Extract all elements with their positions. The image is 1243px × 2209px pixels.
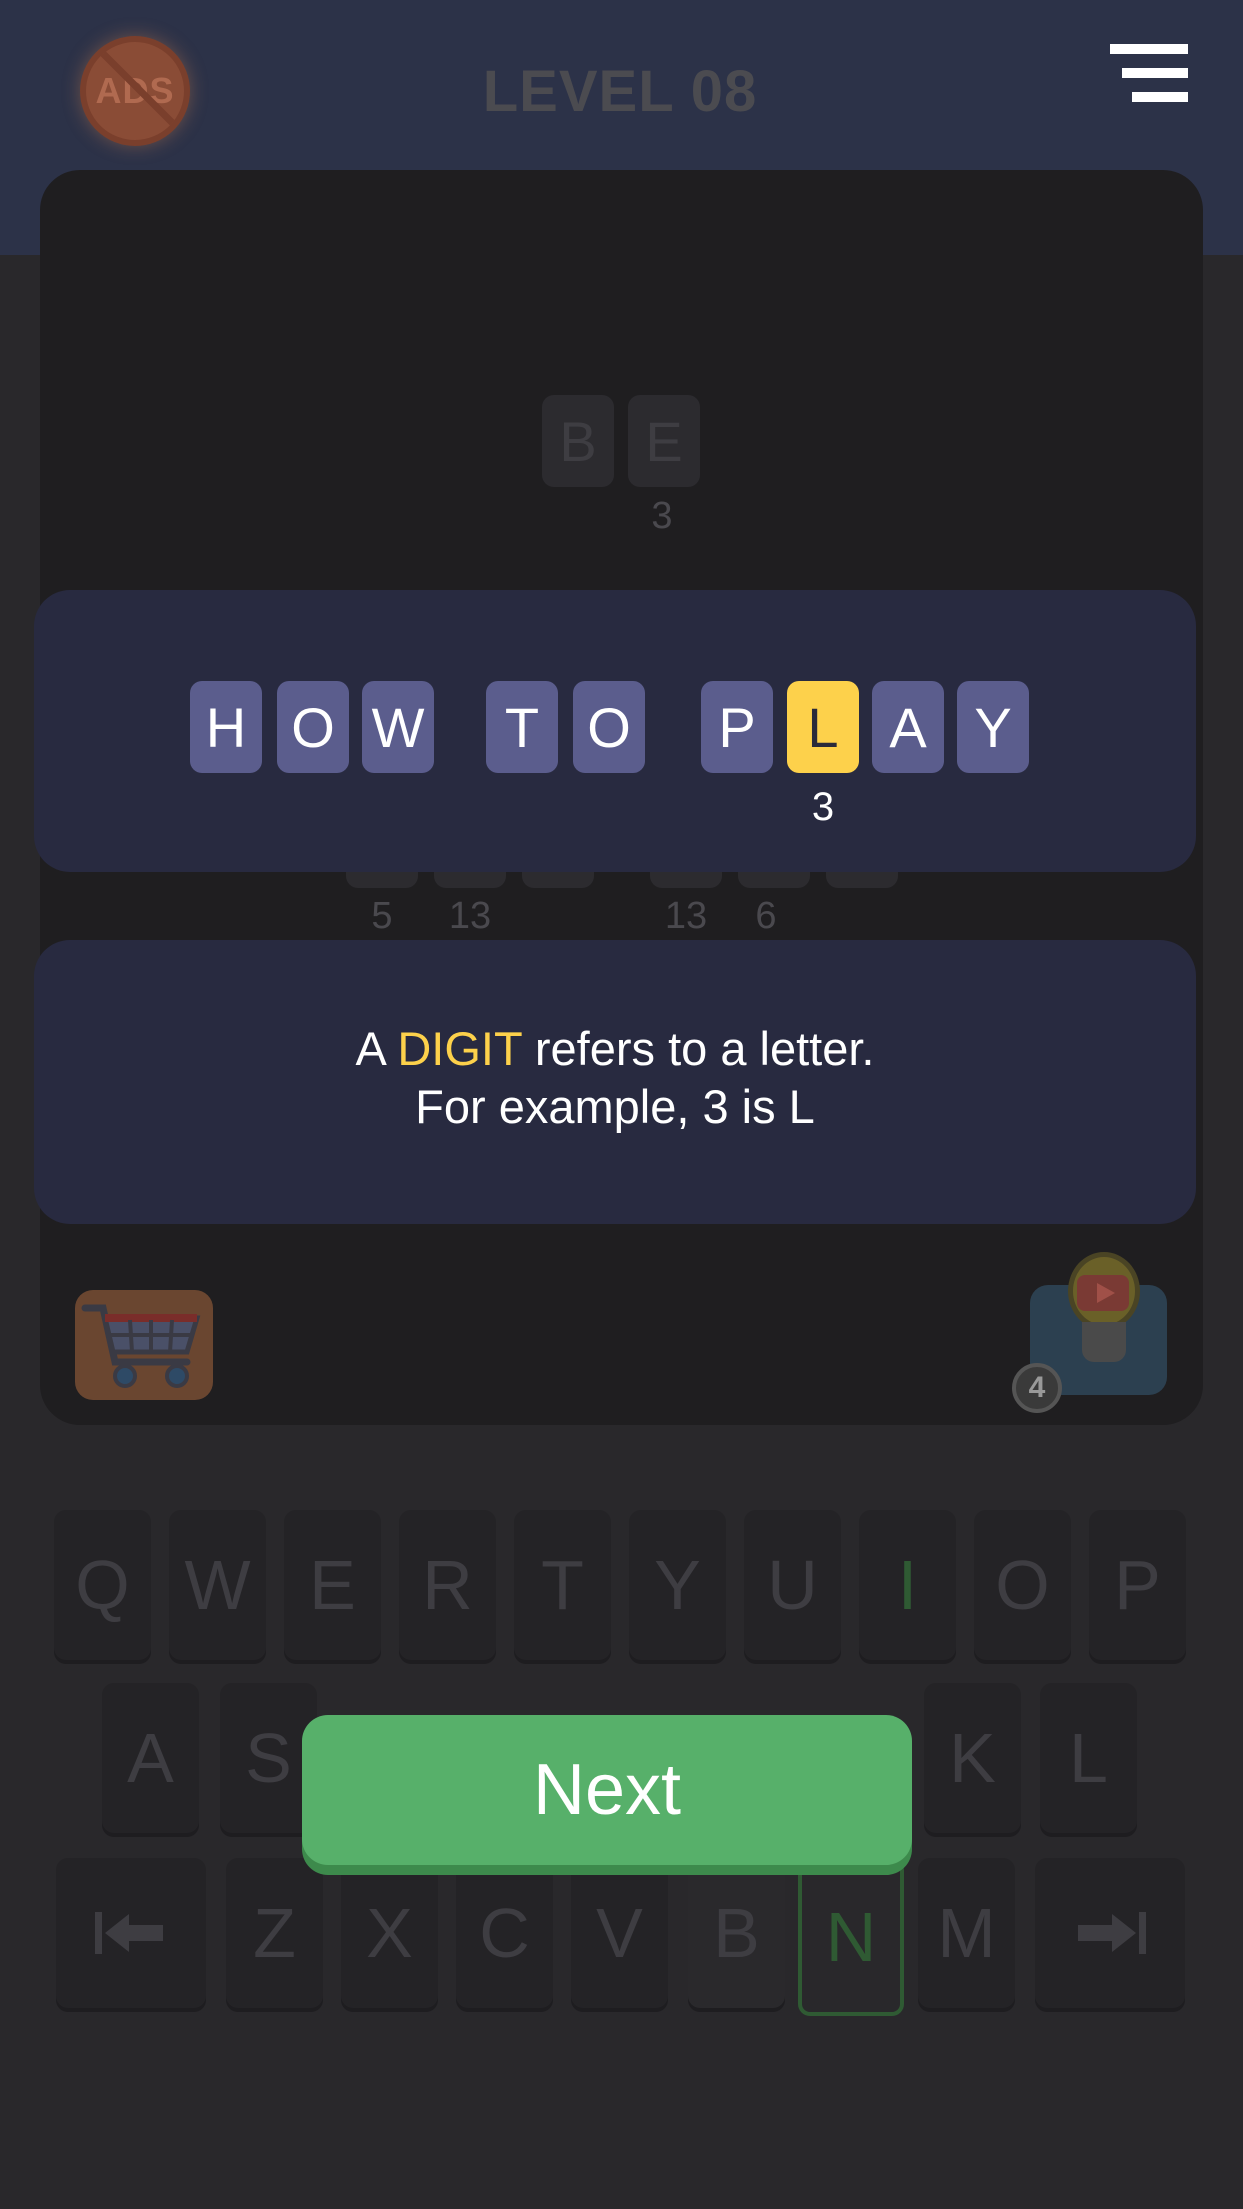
tip-suffix: refers to a letter. <box>521 1022 875 1075</box>
key-e[interactable]: E <box>284 1510 381 1660</box>
level-title: LEVEL 08 <box>482 59 758 124</box>
tutorial-tile: P <box>701 681 773 773</box>
key-u[interactable]: U <box>744 1510 841 1660</box>
remove-ads-button[interactable]: ADS <box>80 36 190 146</box>
key-n[interactable]: N <box>798 1858 904 2016</box>
key-v[interactable]: V <box>571 1858 668 2008</box>
tip-text: A DIGIT refers to a letter. For example,… <box>34 1020 1196 1136</box>
key-o[interactable]: O <box>974 1510 1071 1660</box>
tile-number: 6 <box>755 895 777 937</box>
key-m[interactable]: M <box>918 1858 1015 2008</box>
tip-line2: For example, 3 is L <box>415 1080 815 1133</box>
next-button[interactable]: Next <box>302 1715 912 1865</box>
menu-icon[interactable] <box>1108 44 1188 104</box>
board-tile[interactable]: B <box>542 395 614 487</box>
key-q[interactable]: Q <box>54 1510 151 1660</box>
key-a[interactable]: A <box>102 1683 199 1833</box>
forward-key[interactable] <box>1035 1858 1185 2008</box>
key-r[interactable]: R <box>399 1510 496 1660</box>
tutorial-tile: O <box>277 681 349 773</box>
key-b[interactable]: B <box>688 1858 785 2008</box>
lightbulb-base <box>1082 1322 1126 1362</box>
tile-number: 5 <box>371 895 393 937</box>
key-c[interactable]: C <box>456 1858 553 2008</box>
tutorial-tile: A <box>872 681 944 773</box>
tutorial-tile: T <box>486 681 558 773</box>
key-k[interactable]: K <box>924 1683 1021 1833</box>
backspace-key[interactable] <box>56 1858 206 2008</box>
key-t[interactable]: T <box>514 1510 611 1660</box>
hint-count-badge: 4 <box>1012 1363 1062 1413</box>
tutorial-tile-number: 3 <box>811 785 835 829</box>
tile-number: 13 <box>448 895 492 937</box>
forward-arrow-icon <box>1078 1912 1146 1954</box>
key-p[interactable]: P <box>1089 1510 1186 1660</box>
play-triangle-icon <box>1097 1283 1115 1303</box>
backspace-arrow-icon <box>95 1912 163 1954</box>
tile-number: 3 <box>651 495 673 537</box>
tip-prefix: A <box>355 1022 398 1075</box>
tutorial-tile: W <box>362 681 434 773</box>
tile-number: 13 <box>664 895 708 937</box>
tutorial-tile: Y <box>957 681 1029 773</box>
cart-icon <box>81 1304 201 1388</box>
tutorial-tile: H <box>190 681 262 773</box>
tip-highlight: DIGIT <box>397 1022 522 1075</box>
key-x[interactable]: X <box>341 1858 438 2008</box>
key-i[interactable]: I <box>859 1510 956 1660</box>
key-w[interactable]: W <box>169 1510 266 1660</box>
tutorial-tile-highlighted: L <box>787 681 859 773</box>
tutorial-tile: O <box>573 681 645 773</box>
key-l[interactable]: L <box>1040 1683 1137 1833</box>
shop-button[interactable] <box>75 1290 213 1400</box>
board-tile[interactable]: E <box>628 395 700 487</box>
key-z[interactable]: Z <box>226 1858 323 2008</box>
key-y[interactable]: Y <box>629 1510 726 1660</box>
